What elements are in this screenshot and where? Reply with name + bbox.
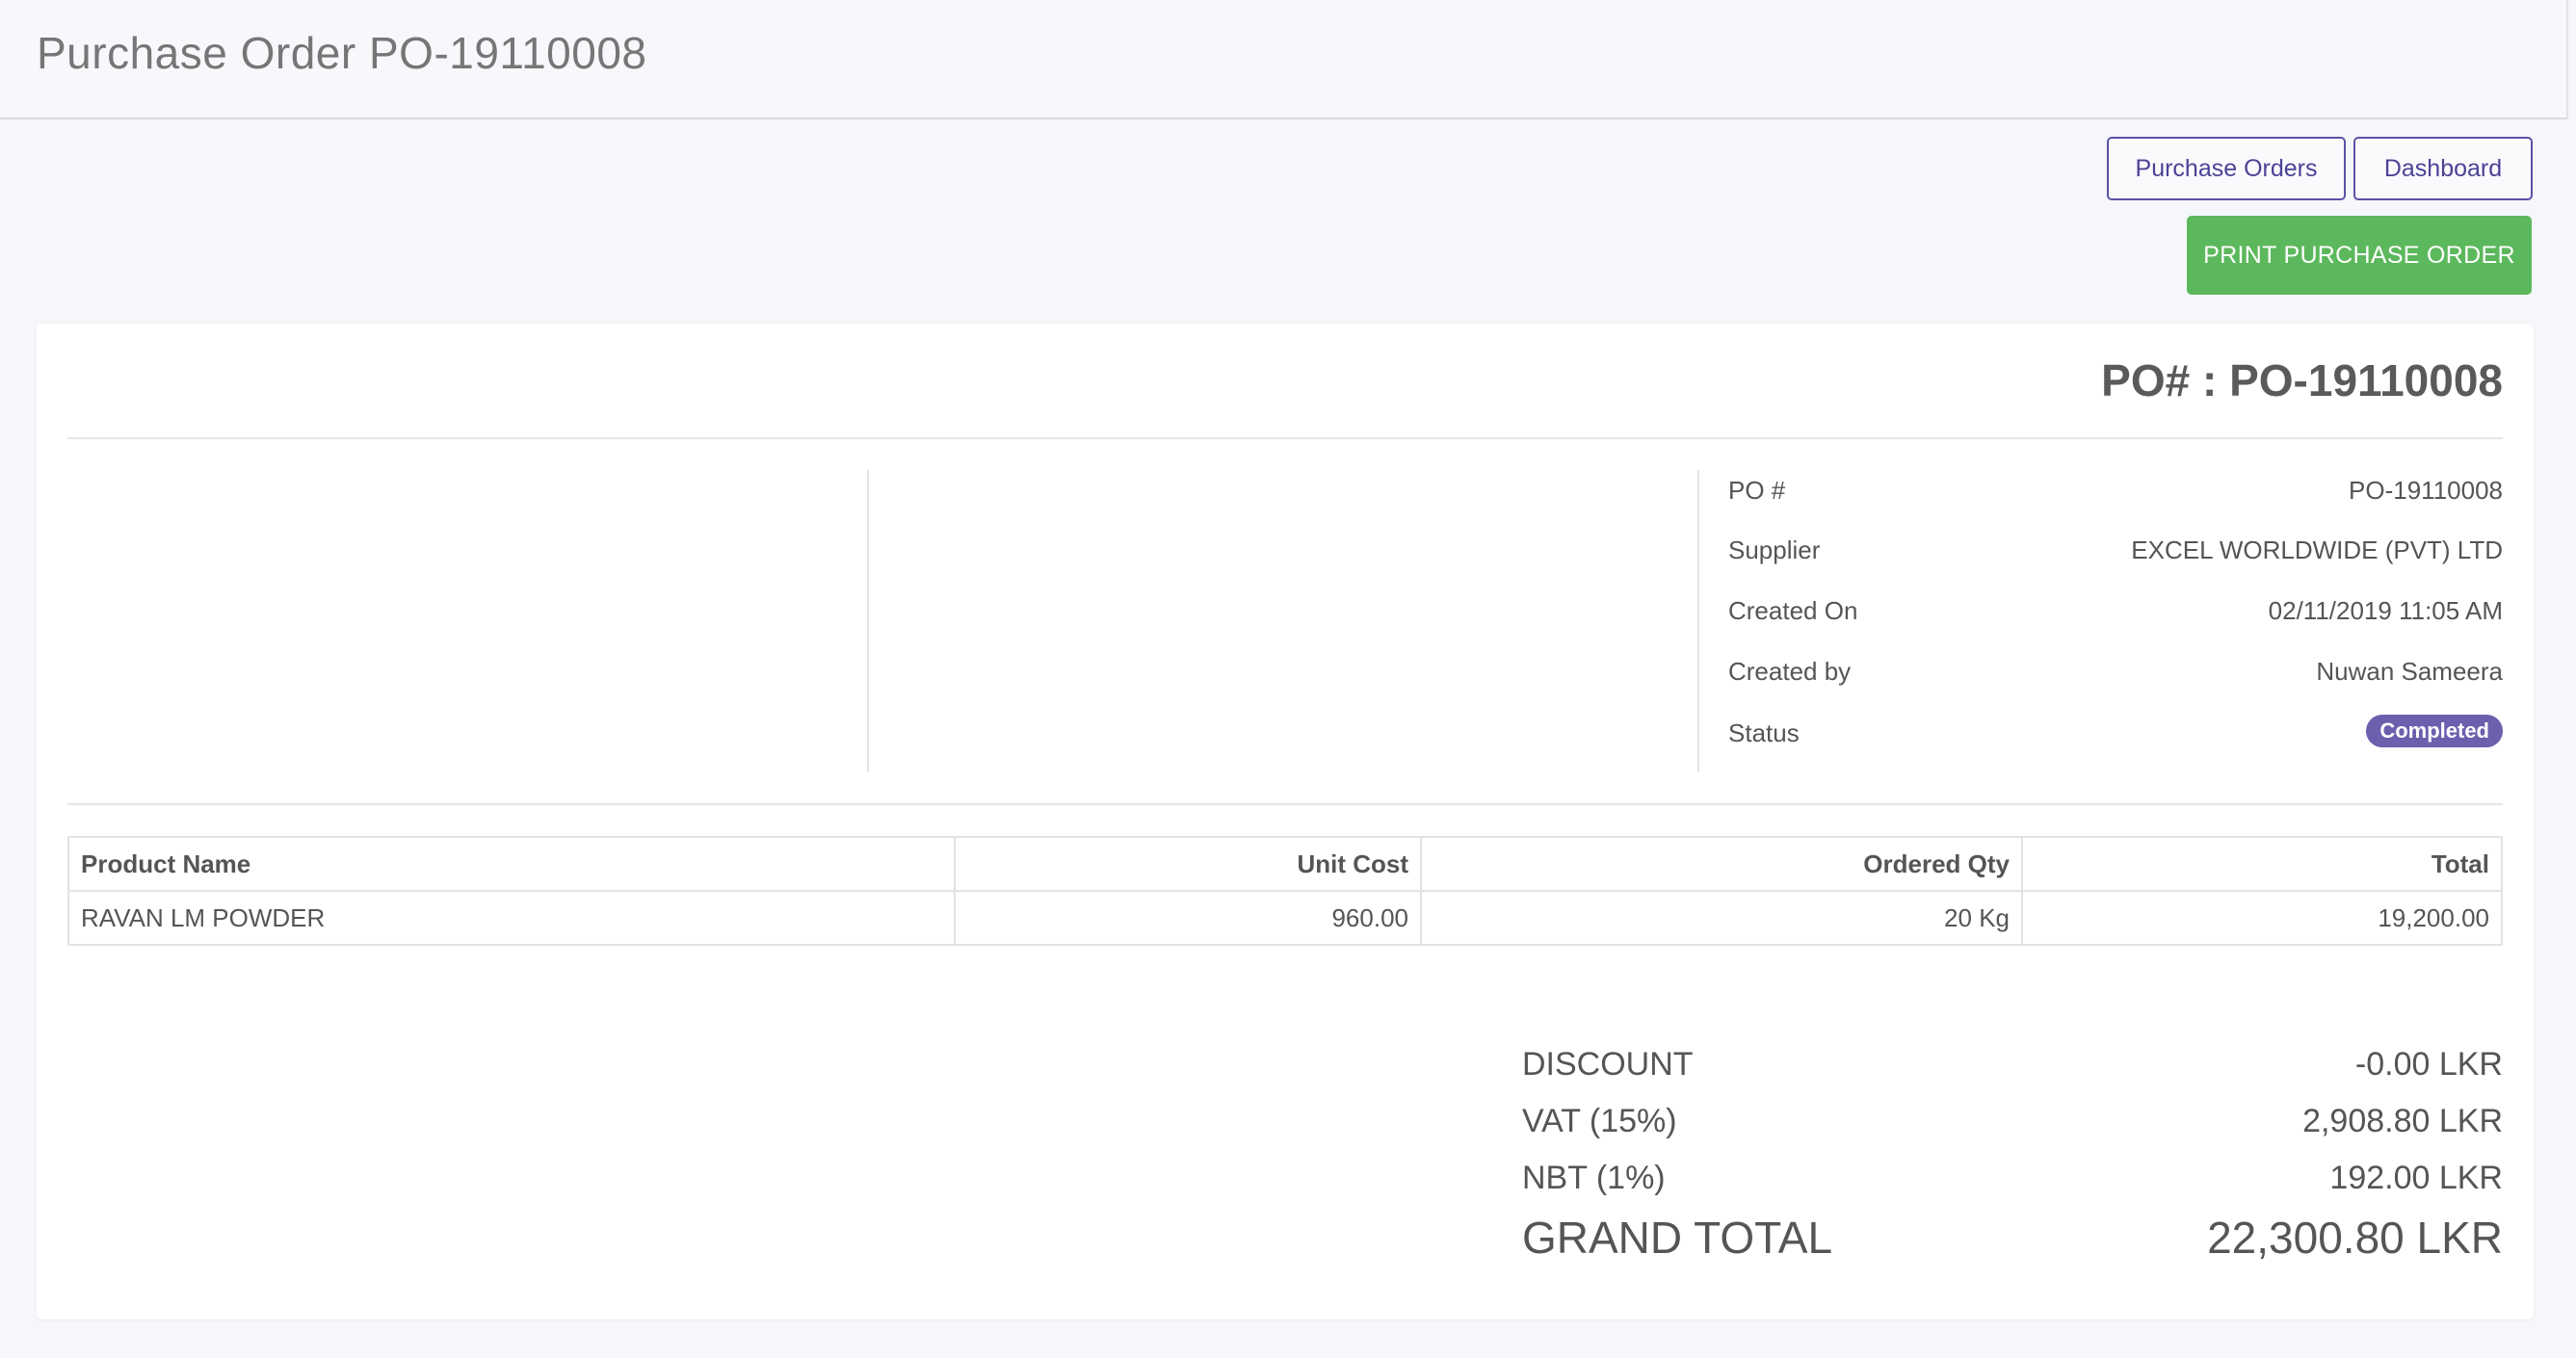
print-purchase-order-button[interactable]: PRINT PURCHASE ORDER [2187, 216, 2532, 295]
table-row: RAVAN LM POWDER 960.00 20 Kg 19,200.00 [67, 890, 2503, 946]
totals-value: 192.00 LKR [2329, 1160, 2503, 1196]
cell-ordered-qty: 20 Kg [1420, 890, 2023, 946]
column-header-product-name: Product Name [67, 836, 956, 892]
info-row-created-on: Created On 02/11/2019 11:05 AM [1728, 596, 2503, 635]
info-value: PO-19110008 [2349, 476, 2503, 505]
info-label: Supplier [1728, 535, 1821, 564]
totals-label: NBT (1%) [1522, 1160, 1666, 1196]
column-header-unit-cost: Unit Cost [954, 836, 1422, 892]
grand-total-value: 22,300.80 LKR [2207, 1213, 2503, 1263]
cell-unit-cost: 960.00 [954, 890, 1422, 946]
page-header: Purchase Order PO-19110008 [0, 0, 2568, 119]
column-header-total: Total [2021, 836, 2503, 892]
totals-value: -0.00 LKR [2354, 1046, 2503, 1083]
info-value: 02/11/2019 11:05 AM [2268, 596, 2503, 625]
dashboard-button[interactable]: Dashboard [2353, 137, 2533, 200]
po-number-heading: PO# : PO-19110008 [2101, 355, 2503, 405]
status-badge: Completed [2366, 715, 2503, 747]
totals-label: DISCOUNT [1522, 1046, 1694, 1083]
info-label: Created by [1728, 657, 1852, 686]
purchase-order-card: PO# : PO-19110008 PO # PO-19110008 Suppl… [37, 324, 2534, 1319]
totals-label: VAT (15%) [1522, 1103, 1677, 1139]
info-row-created-by: Created by Nuwan Sameera [1728, 657, 2503, 695]
info-label: Status [1728, 718, 1800, 747]
info-label: Created On [1728, 596, 1858, 625]
cell-product-name: RAVAN LM POWDER [67, 890, 956, 946]
purchase-orders-button[interactable]: Purchase Orders [2107, 137, 2346, 200]
divider [67, 437, 2503, 439]
info-row-supplier: Supplier EXCEL WORLDWIDE (PVT) LTD [1728, 535, 2503, 574]
table-header-row: Product Name Unit Cost Ordered Qty Total [67, 836, 2503, 892]
info-label: PO # [1728, 476, 1786, 505]
info-value: Nuwan Sameera [2316, 657, 2503, 686]
column-header-ordered-qty: Ordered Qty [1420, 836, 2023, 892]
info-row-status: Status Completed [1728, 715, 2503, 757]
info-row-po-number: PO # PO-19110008 [1728, 476, 2503, 514]
column-divider [1697, 470, 1699, 772]
grand-total-label: GRAND TOTAL [1522, 1213, 1833, 1263]
cell-total: 19,200.00 [2021, 890, 2503, 946]
divider [67, 803, 2503, 805]
totals-value: 2,908.80 LKR [2302, 1103, 2503, 1139]
page-title: Purchase Order PO-19110008 [37, 28, 647, 78]
column-divider [867, 470, 869, 772]
info-value: EXCEL WORLDWIDE (PVT) LTD [2131, 535, 2503, 564]
items-table: Product Name Unit Cost Ordered Qty Total… [67, 836, 2503, 946]
